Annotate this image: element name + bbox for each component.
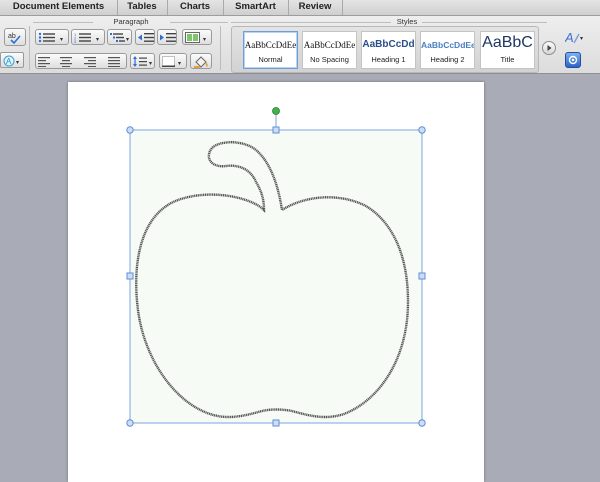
selected-shape[interactable] xyxy=(0,74,600,468)
style-sample: AaBbCcDdEe xyxy=(303,40,356,50)
gear-document-icon xyxy=(568,55,578,65)
style-name: Heading 1 xyxy=(371,55,406,64)
justify-icon xyxy=(108,57,120,67)
ribbon-separator xyxy=(29,26,30,70)
svg-text:▾: ▾ xyxy=(96,37,99,43)
style-title[interactable]: AaBbC Title xyxy=(480,31,535,69)
numbering-button[interactable]: 1 2 3 ▾ xyxy=(71,29,105,45)
align-right-icon xyxy=(84,57,96,67)
style-name: No Spacing xyxy=(310,55,349,64)
svg-text:3: 3 xyxy=(74,39,77,43)
tab-tables[interactable]: Tables xyxy=(117,0,168,15)
alignment-buttons[interactable] xyxy=(35,53,127,69)
line-spacing-button[interactable]: ▾ xyxy=(130,53,155,69)
group-divider xyxy=(170,22,228,23)
text-effects-icon: A ▾ xyxy=(3,55,19,67)
line-spacing-icon: ▾ xyxy=(133,56,152,67)
style-no-spacing[interactable]: AaBbCcDdEe No Spacing xyxy=(302,31,357,69)
tab-document-elements[interactable]: Document Elements xyxy=(0,0,118,15)
increase-indent-icon xyxy=(160,33,176,42)
shape-fill-area xyxy=(130,130,422,423)
styles-pane-icon: A ▾ xyxy=(565,30,583,45)
decrease-indent-button[interactable] xyxy=(135,29,155,45)
svg-text:▾: ▾ xyxy=(203,37,206,43)
tab-charts[interactable]: Charts xyxy=(167,0,224,15)
ribbon: ab A ▾ Paragraph ▾ 1 2 3 ▾ ▾ ▾ ▾ ▾ Style… xyxy=(0,16,600,74)
svg-text:▾: ▾ xyxy=(126,37,129,43)
borders-button[interactable]: ▾ xyxy=(159,53,187,69)
resize-handle-left[interactable] xyxy=(126,272,134,280)
bullets-button[interactable]: ▾ xyxy=(35,29,69,45)
spell-check-icon: ab xyxy=(8,33,21,45)
resize-handle-bottom-left[interactable] xyxy=(126,419,134,427)
style-sample: AaBbCcDdEe xyxy=(421,40,474,50)
svg-text:▾: ▾ xyxy=(149,61,152,67)
resize-handle-right[interactable] xyxy=(418,272,426,280)
ribbon-separator xyxy=(220,26,221,70)
ribbon-tab-bar: Document Elements Tables Charts SmartArt… xyxy=(0,0,600,16)
style-name: Heading 2 xyxy=(430,55,465,64)
document-canvas[interactable] xyxy=(0,74,600,482)
svg-text:▾: ▾ xyxy=(580,36,583,42)
style-normal[interactable]: AaBbCcDdEe Normal xyxy=(243,31,298,69)
svg-text:▾: ▾ xyxy=(60,37,63,43)
style-sample: AaBbCcDd xyxy=(362,39,415,50)
group-divider xyxy=(422,22,547,23)
resize-handle-bottom-right[interactable] xyxy=(418,419,426,427)
svg-text:▾: ▾ xyxy=(178,61,181,67)
styles-next-button[interactable] xyxy=(542,41,556,55)
style-name: Title xyxy=(500,55,515,64)
manage-styles-button[interactable]: A ▾ xyxy=(563,28,587,46)
rotate-handle[interactable] xyxy=(272,107,280,115)
group-divider xyxy=(33,22,93,23)
tab-smartart[interactable]: SmartArt xyxy=(223,0,289,15)
group-divider xyxy=(231,22,391,23)
style-sample: AaBbCcDdEe xyxy=(244,40,297,50)
play-right-icon xyxy=(547,45,552,51)
paint-bucket-icon xyxy=(194,56,208,68)
bullet-list-icon: ▾ xyxy=(38,32,63,43)
shading-button[interactable] xyxy=(190,53,212,69)
decrease-indent-icon xyxy=(138,33,154,42)
resize-handle-top-right[interactable] xyxy=(418,126,426,134)
spelling-button[interactable]: ab xyxy=(4,28,26,46)
columns-button[interactable]: ▾ xyxy=(182,29,212,45)
style-heading-2[interactable]: AaBbCcDdEe Heading 2 xyxy=(420,31,475,69)
numbered-list-icon: 1 2 3 ▾ xyxy=(74,32,99,43)
svg-text:A: A xyxy=(565,30,574,45)
multilevel-list-icon: ▾ xyxy=(110,33,129,43)
svg-text:ab: ab xyxy=(8,33,16,40)
text-effects-button[interactable]: A ▾ xyxy=(0,52,24,68)
multilevel-list-button[interactable]: ▾ xyxy=(107,29,132,45)
style-name: Normal xyxy=(258,55,283,64)
tab-review[interactable]: Review xyxy=(288,0,343,15)
svg-text:A: A xyxy=(6,57,12,66)
styles-sidebar-button[interactable] xyxy=(565,52,581,68)
style-sample: AaBbC xyxy=(482,34,533,51)
align-center-icon xyxy=(60,57,72,67)
style-heading-1[interactable]: AaBbCcDd Heading 1 xyxy=(361,31,416,69)
columns-icon: ▾ xyxy=(185,32,206,43)
resize-handle-top[interactable] xyxy=(272,126,280,134)
resize-handle-top-left[interactable] xyxy=(126,126,134,134)
increase-indent-button[interactable] xyxy=(157,29,177,45)
svg-text:▾: ▾ xyxy=(16,60,19,66)
align-left-icon xyxy=(38,57,50,67)
resize-handle-bottom[interactable] xyxy=(272,419,280,427)
borders-icon: ▾ xyxy=(162,56,181,67)
